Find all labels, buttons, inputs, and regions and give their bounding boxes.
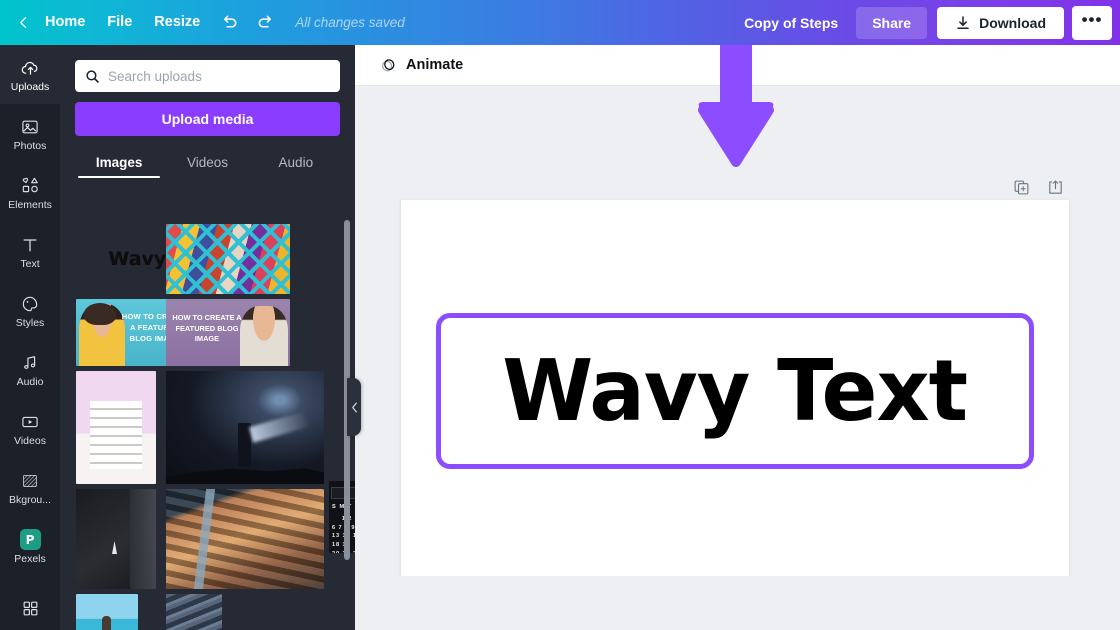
undo-arrow-icon[interactable] xyxy=(213,7,245,39)
document-title[interactable]: Copy of Steps xyxy=(732,8,850,38)
file-menu-button[interactable]: File xyxy=(96,8,143,37)
sidebar-label-styles: Styles xyxy=(15,316,45,329)
apps-grid-icon[interactable] xyxy=(0,586,60,630)
ocean-waves-thumb[interactable] xyxy=(166,594,222,630)
sidebar-item-uploads[interactable]: Uploads xyxy=(0,45,60,104)
editor-area: Animate Wavy Text xyxy=(355,0,1120,630)
tab-images[interactable]: Images xyxy=(75,155,163,178)
export-page-icon[interactable] xyxy=(1044,176,1066,198)
sidebar-label-uploads: Uploads xyxy=(10,80,50,93)
sidebar-item-elements[interactable]: Elements xyxy=(0,163,60,222)
download-label: Download xyxy=(979,14,1046,31)
sidebar-item-styles[interactable]: Styles xyxy=(0,281,60,340)
animate-circles-icon xyxy=(379,56,398,75)
palette-icon xyxy=(20,293,40,315)
calendar-thumb[interactable]: S M T W T F S 1 2 3 6 7 8 9 10 11 12 13 … xyxy=(329,481,355,553)
sidebar-label-text: Text xyxy=(20,257,40,270)
resize-button[interactable]: Resize xyxy=(143,8,211,37)
chevron-left-icon xyxy=(351,401,357,413)
pink-building-thumb[interactable] xyxy=(76,371,156,484)
canva-editor-window: Home File Resize All changes saved Copy … xyxy=(0,0,1120,630)
page-bottom-strip xyxy=(355,576,1120,630)
shapes-icon xyxy=(20,175,41,197)
header-left-group: Home File Resize All changes saved xyxy=(0,0,405,45)
left-icon-rail: Uploads Photos Elements Text Styles Audi… xyxy=(0,45,60,630)
tab-videos[interactable]: Videos xyxy=(163,155,251,178)
tab-audio[interactable]: Audio xyxy=(252,155,340,178)
city-window-thumb[interactable] xyxy=(166,489,324,589)
header-right-group: Copy of Steps Share Download ••• xyxy=(732,0,1120,45)
search-icon xyxy=(85,69,100,84)
download-button[interactable]: Download xyxy=(937,6,1064,39)
sidebar-label-background: Bkgrou... xyxy=(8,493,52,506)
design-canvas[interactable]: Wavy Text xyxy=(401,200,1069,620)
sidebar-item-pexels[interactable]: P Pexels xyxy=(0,517,60,576)
uploads-thumbnail-grid[interactable]: Wavy Text HOW TO CREATE A FEATURED BLOG … xyxy=(60,216,355,630)
wavy-text-element[interactable]: Wavy Text xyxy=(436,313,1034,469)
sidebar-item-audio[interactable]: Audio xyxy=(0,340,60,399)
sidebar-label-videos: Videos xyxy=(14,434,46,447)
colorful-tiles-thumb[interactable] xyxy=(166,224,290,294)
sidebar-label-audio: Audio xyxy=(16,375,44,388)
page-tool-icons xyxy=(1010,176,1066,198)
background-hatch-icon xyxy=(20,470,40,492)
sidebar-label-elements: Elements xyxy=(8,198,52,211)
chevron-left-icon[interactable] xyxy=(12,8,34,38)
sidebar-item-text[interactable]: Text xyxy=(0,222,60,281)
search-input[interactable] xyxy=(108,68,330,84)
sidebar-item-photos[interactable]: Photos xyxy=(0,104,60,163)
home-button[interactable]: Home xyxy=(34,8,96,37)
collapse-panel-handle[interactable] xyxy=(347,378,361,436)
sidebar-label-photos: Photos xyxy=(13,139,47,152)
pexels-badge-letter: P xyxy=(19,529,41,551)
sidebar-item-videos[interactable]: Videos xyxy=(0,399,60,458)
duplicate-page-icon[interactable] xyxy=(1010,176,1032,198)
sidebar-label-pexels: Pexels xyxy=(14,552,46,565)
share-button[interactable]: Share xyxy=(856,6,928,39)
night-sky-beam-thumb[interactable] xyxy=(166,371,324,484)
beach-swimmer-thumb[interactable] xyxy=(76,594,138,630)
top-header-bar: Home File Resize All changes saved Copy … xyxy=(0,0,1120,45)
save-status-text: All changes saved xyxy=(295,15,405,30)
animate-button[interactable]: Animate xyxy=(371,51,471,80)
dark-boat-thumb[interactable] xyxy=(76,489,156,589)
animate-label: Animate xyxy=(406,57,464,73)
video-play-icon xyxy=(20,411,40,433)
music-note-icon xyxy=(20,352,40,374)
text-t-icon xyxy=(20,234,40,256)
more-options-button[interactable]: ••• xyxy=(1072,5,1112,40)
pexels-badge-icon: P xyxy=(19,529,41,551)
upload-media-button[interactable]: Upload media xyxy=(75,102,340,136)
media-type-tabs: Images Videos Audio xyxy=(75,146,340,178)
cloud-upload-icon xyxy=(20,57,41,79)
photo-icon xyxy=(20,116,40,138)
blog-image-purple-caption: HOW TO CREATE A FEATURED BLOG IMAGE xyxy=(172,313,242,344)
redo-arrow-icon[interactable] xyxy=(249,7,281,39)
download-icon xyxy=(955,15,971,31)
blog-image-purple-thumb[interactable]: HOW TO CREATE A FEATURED BLOG IMAGE xyxy=(166,299,290,366)
sidebar-item-background[interactable]: Bkgrou... xyxy=(0,458,60,517)
search-uploads-field[interactable] xyxy=(75,60,340,92)
uploads-panel: Upload media Images Videos Audio Wavy Te… xyxy=(60,45,355,630)
wavy-text-label: Wavy Text xyxy=(502,341,969,441)
